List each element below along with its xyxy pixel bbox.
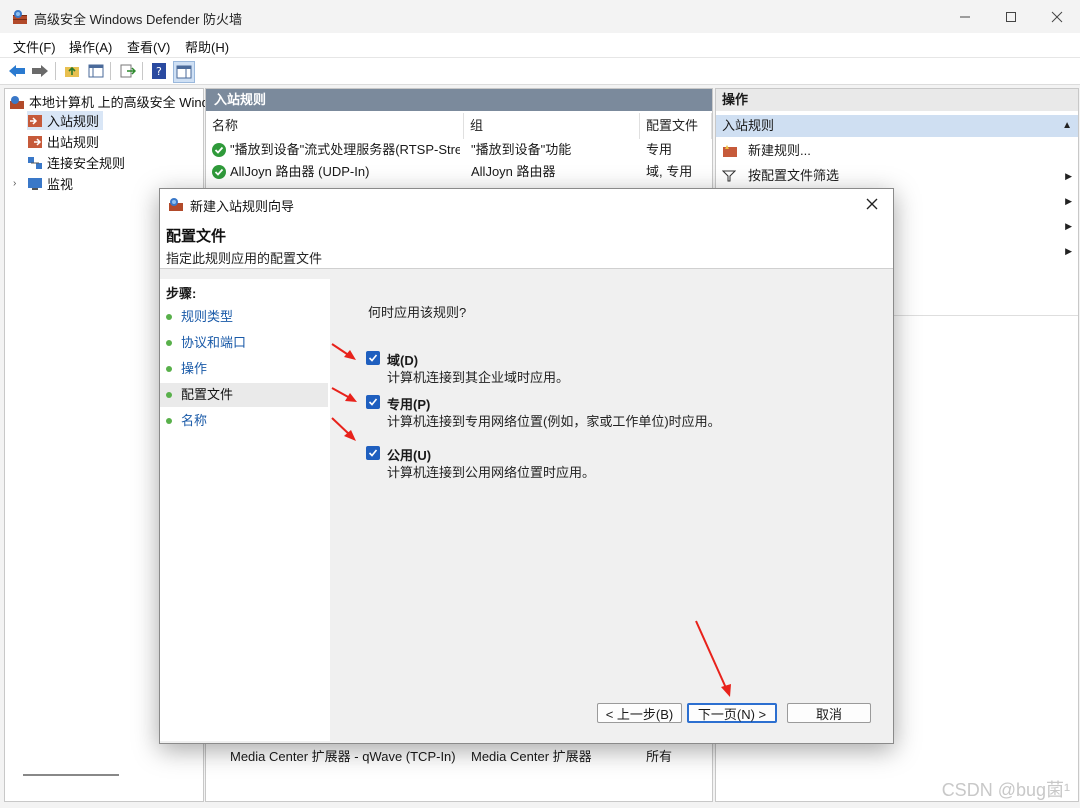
annotation-arrows bbox=[331, 343, 731, 697]
arrow-to-public-icon bbox=[331, 417, 356, 441]
arrow-to-private-icon bbox=[331, 387, 357, 402]
arrow-to-next-icon bbox=[695, 620, 731, 697]
arrow-to-domain-icon bbox=[331, 343, 356, 360]
